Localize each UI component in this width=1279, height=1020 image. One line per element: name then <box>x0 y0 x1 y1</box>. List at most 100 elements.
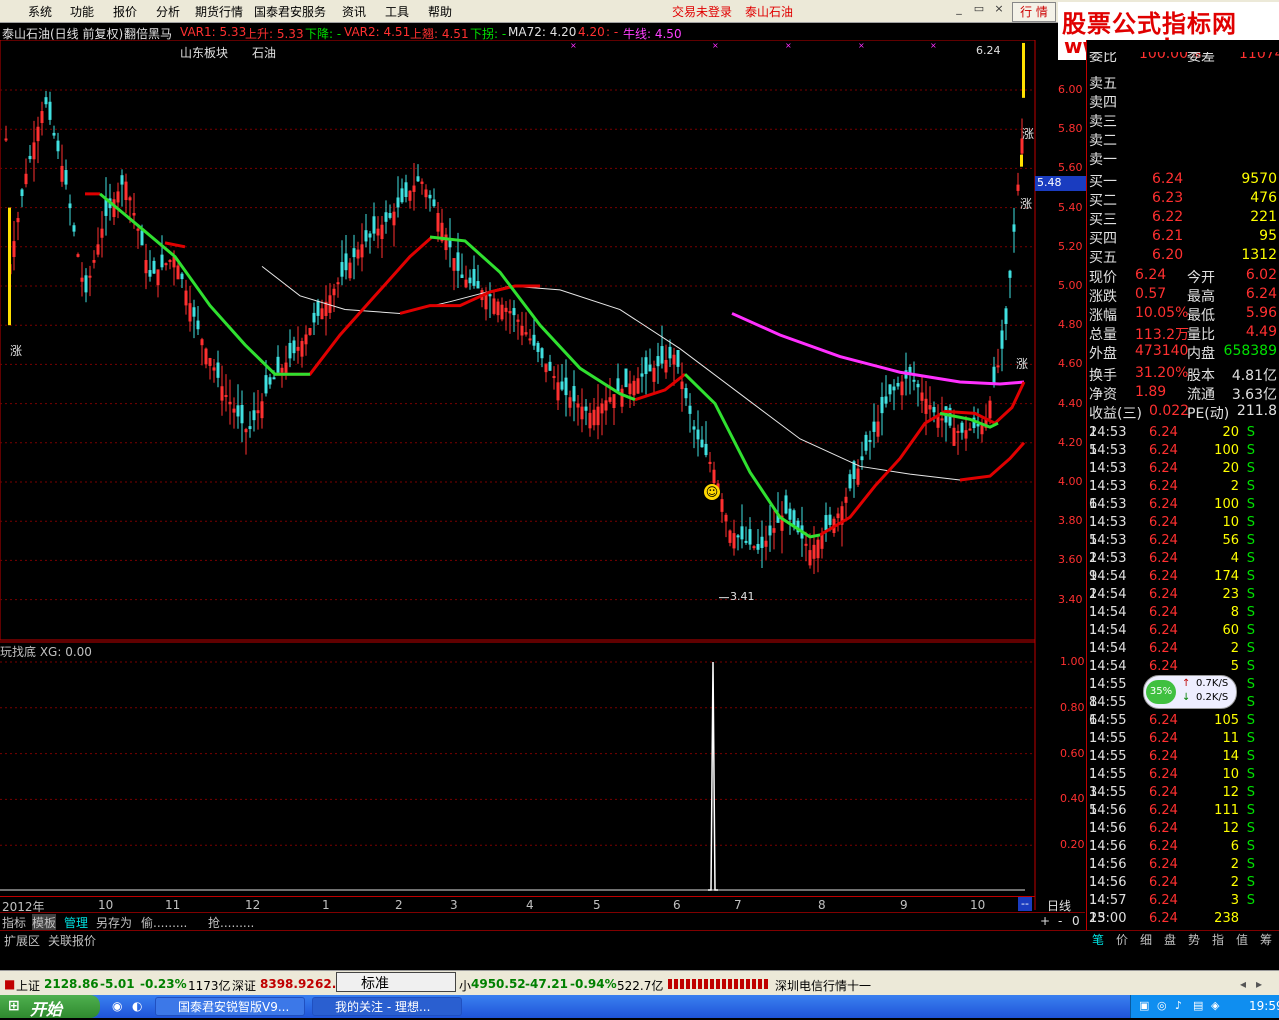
buy-level-volume: 9570 <box>1241 171 1277 187</box>
sh-change: -5.01 <box>100 977 135 991</box>
tick-price: 6.24 <box>1149 605 1178 620</box>
candle-body <box>292 340 296 354</box>
sell-level-label: 卖三 <box>1089 114 1117 130</box>
candle-body <box>564 377 568 396</box>
quote-row: 现价 6.24 今开 6.02 <box>1089 267 1279 286</box>
candle-body <box>140 230 144 246</box>
sell-level-label: 卖一 <box>1089 152 1117 168</box>
tab-extension[interactable]: 扩展区 <box>4 932 40 949</box>
market-breadth-bar <box>668 979 768 989</box>
buy-level-label: 买三 <box>1089 212 1117 228</box>
tray-icon[interactable]: ▣ <box>1139 999 1149 1012</box>
buy-level-price: 6.22 <box>1152 209 1184 225</box>
panel-tab[interactable]: 指 <box>1212 931 1224 948</box>
menu-futures[interactable]: 期货行情 <box>195 3 243 20</box>
start-label: 开始 <box>30 1000 63 1019</box>
tick-count: 2 <box>1089 551 1098 566</box>
net-down-speed: 0.2K/S <box>1196 692 1229 703</box>
menu-analysis[interactable]: 分析 <box>156 3 180 20</box>
taskbar-item-watchlist[interactable]: 我的关注 - 理想... <box>312 997 462 1016</box>
candle-body <box>860 456 864 461</box>
tick-price: 6.24 <box>1149 839 1178 854</box>
tab-related-quote[interactable]: 关联报价 <box>48 932 96 949</box>
price-tick-label: 5.60 <box>1058 161 1083 175</box>
tick-price: 6.24 <box>1149 713 1178 728</box>
candle-body <box>572 386 576 402</box>
quicklaunch-icon[interactable]: ◉ <box>112 999 122 1013</box>
tab-save-as[interactable]: 另存为 <box>96 914 132 931</box>
reset-button[interactable]: 0 <box>1072 914 1080 928</box>
chart-header: 泰山石油(日线 前复权) 翻倍黑马 VAR1: 5.33 上升: 5.33 下降… <box>0 23 1035 60</box>
login-status[interactable]: 交易未登录 <box>672 3 732 20</box>
candle-body <box>752 546 756 549</box>
taskbar-item-broker[interactable]: 国泰君安锐智版V9... <box>155 997 305 1016</box>
panel-tab[interactable]: 势 <box>1188 931 1200 948</box>
tray-icon[interactable]: ▤ <box>1193 999 1203 1012</box>
tray-icon[interactable]: ♪ <box>1175 999 1182 1012</box>
tick-count: 1 <box>1089 605 1098 620</box>
menu-quote[interactable]: 报价 <box>113 3 137 20</box>
menu-function[interactable]: 功能 <box>70 3 94 20</box>
menu-tools[interactable]: 工具 <box>385 3 409 20</box>
tab-formula-1[interactable]: 偷......... <box>141 914 187 931</box>
tick-count: 2 <box>1089 587 1098 602</box>
quote-button[interactable]: 行 情 <box>1012 2 1056 22</box>
panel-tab[interactable]: 值 <box>1236 931 1248 948</box>
quicklaunch-icon[interactable]: ◐ <box>132 999 142 1013</box>
restore-icon[interactable]: ▭ <box>970 2 988 18</box>
server-name[interactable]: 深圳电信行情十一 <box>775 977 871 994</box>
tick-price: 6.24 <box>1149 497 1178 512</box>
buy-level-price: 6.23 <box>1152 190 1184 206</box>
tick-volume: 10 <box>1222 515 1239 530</box>
menu-service[interactable]: 国泰君安服务 <box>254 3 326 20</box>
quote-row: 涨跌 0.57 最高 6.24 <box>1089 286 1279 305</box>
tick-row: 14:54 6.24 23 S 2 <box>1089 587 1279 605</box>
tick-count: 1 <box>1089 749 1098 764</box>
tray-icon[interactable]: ◈ <box>1211 999 1219 1012</box>
stat-value: 6.24 <box>1135 267 1167 283</box>
price-tick-label: 4.60 <box>1058 357 1083 371</box>
candle-body <box>684 388 688 399</box>
minimize-icon[interactable]: _ <box>950 2 968 18</box>
zoom-in-button[interactable]: + <box>1040 914 1050 928</box>
close-icon[interactable]: × <box>990 2 1008 18</box>
buy-level-volume: 476 <box>1250 190 1277 206</box>
zoom-out-button[interactable]: - <box>1058 914 1062 928</box>
tick-count: 1 <box>1089 515 1098 530</box>
tick-count: 5 <box>1089 443 1098 458</box>
buy-level-label: 买四 <box>1089 231 1117 247</box>
ime-toolbar[interactable]: 标准 <box>336 972 456 992</box>
scroll-right-icon[interactable]: ▸ <box>1256 977 1262 991</box>
kline-chart[interactable]: × × × × × <box>0 40 1085 910</box>
panel-tab[interactable]: 筹 <box>1260 931 1272 948</box>
tick-row: 14:53 6.24 56 S 5 <box>1089 533 1279 551</box>
panel-tab[interactable]: 细 <box>1140 931 1152 948</box>
menu-news[interactable]: 资讯 <box>342 3 366 20</box>
panel-tab[interactable]: 盘 <box>1164 931 1176 948</box>
candle-body <box>344 253 348 271</box>
candle-body <box>872 421 876 432</box>
buy-level-volume: 1312 <box>1241 247 1277 263</box>
tick-volume: 3 <box>1230 893 1239 908</box>
menu-help[interactable]: 帮助 <box>428 3 452 20</box>
tray-icon[interactable]: ◎ <box>1157 999 1167 1012</box>
candle-body <box>252 410 256 421</box>
tick-count: 1 <box>1089 839 1098 854</box>
tab-template[interactable]: 模板 <box>32 914 57 931</box>
panel-tab[interactable]: 价 <box>1116 931 1128 948</box>
candle-body <box>340 262 344 277</box>
candle-body <box>152 260 156 274</box>
commission-diff-value: 11074 <box>1239 52 1279 62</box>
menu-system[interactable]: 系统 <box>28 3 52 20</box>
candle-body <box>616 378 620 393</box>
scroll-left-icon[interactable]: ◂ <box>1240 977 1246 991</box>
panel-tab[interactable]: 笔 <box>1092 931 1104 948</box>
tick-side: S <box>1246 875 1255 890</box>
tab-manage[interactable]: 管理 <box>64 914 88 931</box>
tick-row: 14:54 6.24 174 S 9 <box>1089 569 1279 587</box>
quote-row: 买二 6.23 476 <box>1089 190 1279 209</box>
tab-formula-2[interactable]: 抢......... <box>208 914 254 931</box>
tab-indicator[interactable]: 指标 <box>2 914 26 931</box>
candle-body <box>396 197 400 208</box>
start-button[interactable]: ⊞ 开始 <box>0 995 100 1019</box>
